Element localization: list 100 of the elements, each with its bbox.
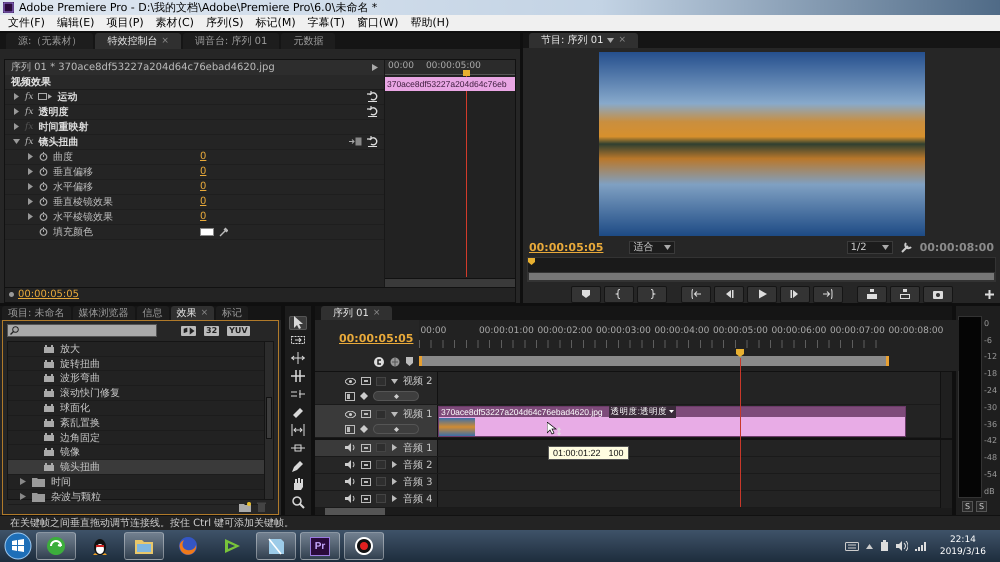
speaker-icon[interactable] — [345, 477, 356, 486]
param-value[interactable]: 0 — [200, 196, 206, 208]
taskbar-app[interactable] — [344, 532, 384, 560]
menu-item[interactable]: 窗口(W) — [350, 15, 404, 30]
keyboard-icon[interactable] — [844, 542, 859, 551]
reset-icon[interactable] — [367, 91, 378, 102]
expand-triangle-icon[interactable] — [13, 93, 20, 100]
list-item[interactable]: 紊乱置换 — [8, 416, 264, 431]
marker-icon[interactable] — [406, 356, 414, 366]
eye-icon[interactable] — [345, 378, 356, 385]
play-button[interactable] — [746, 286, 776, 303]
stopwatch-icon[interactable] — [39, 197, 48, 206]
keyframe-icon[interactable] — [360, 425, 368, 434]
volume-icon[interactable] — [896, 541, 908, 552]
panel-tab[interactable]: 元数据 — [281, 32, 336, 49]
display-style-icon[interactable] — [345, 424, 355, 434]
razor-icon[interactable] — [291, 406, 305, 420]
settings-icon[interactable] — [349, 137, 362, 146]
panel-tab[interactable]: 源:（无素材） — [6, 32, 94, 49]
device-icon[interactable] — [880, 540, 889, 552]
taskbar-app[interactable] — [36, 532, 76, 560]
panel-tab[interactable]: 特效控制台 × — [95, 32, 181, 49]
menu-item[interactable]: 项目(P) — [100, 15, 150, 30]
expand-triangle-icon[interactable] — [27, 198, 34, 206]
dropdown-arrow-icon[interactable] — [607, 38, 614, 43]
go-to-in-button[interactable] — [680, 286, 710, 303]
panel-tab[interactable]: 媒体浏览器 — [72, 306, 135, 320]
display-style-icon[interactable] — [345, 392, 355, 401]
notepad-icon[interactable] — [266, 536, 286, 556]
pen-icon[interactable] — [291, 460, 305, 474]
mark-in-button[interactable] — [604, 286, 634, 303]
menu-item[interactable]: 编辑(E) — [50, 15, 100, 30]
expand-triangle-icon[interactable] — [27, 213, 34, 220]
track-header[interactable]: 音频 1 — [315, 440, 437, 456]
color-swatch[interactable] — [200, 228, 214, 236]
audio-filter-icon[interactable] — [181, 326, 196, 336]
signal-icon[interactable] — [914, 541, 927, 552]
step-forward-button[interactable] — [780, 286, 810, 303]
list-item[interactable]: 球面化 — [8, 401, 264, 416]
video-clip[interactable]: 370ace8df53227a204d64c76ebad4620.jpg 透明度:透明度 — [438, 406, 906, 437]
track-target[interactable] — [376, 376, 386, 386]
sequence-marker-icon[interactable] — [390, 356, 400, 367]
list-item[interactable]: 镜头扭曲 — [8, 460, 264, 475]
snap-icon[interactable] — [374, 356, 384, 367]
fx-toggle[interactable]: fx — [25, 92, 34, 102]
taskbar-app[interactable] — [124, 532, 164, 560]
effect-dropdown[interactable]: 透明度:透明度 — [608, 406, 676, 418]
solo-toggle[interactable]: S — [962, 500, 973, 512]
fox-globe-icon[interactable] — [178, 536, 198, 556]
marker-button[interactable] — [570, 286, 600, 303]
param-value[interactable]: 0 — [200, 151, 206, 162]
stopwatch-icon[interactable] — [39, 182, 48, 192]
expand-triangle-icon[interactable] — [391, 478, 398, 486]
stopwatch-icon[interactable] — [39, 227, 48, 236]
close-icon[interactable]: × — [200, 308, 208, 318]
param-value[interactable]: 0 — [200, 211, 206, 222]
panel-tab[interactable]: 序列 01 × — [321, 306, 392, 320]
resolution-dropdown[interactable]: 1/2 — [846, 240, 893, 254]
param-value[interactable]: 0 — [200, 181, 206, 192]
panel-tab[interactable]: 调音台: 序列 01 — [182, 32, 280, 49]
new-bin-icon[interactable] — [239, 502, 251, 512]
expand-triangle-icon[interactable] — [27, 168, 34, 176]
taskbar-app[interactable]: Pr — [300, 532, 340, 560]
hand-icon[interactable] — [291, 478, 305, 492]
work-area-bar[interactable] — [419, 356, 890, 366]
list-item[interactable]: 放大 — [8, 342, 264, 357]
extract-button[interactable] — [890, 286, 920, 303]
reset-icon[interactable] — [367, 136, 378, 148]
rolling-edit-icon[interactable] — [291, 370, 305, 384]
start-button[interactable] — [4, 532, 32, 560]
menu-item[interactable]: 序列(S) — [200, 15, 250, 30]
record-icon[interactable] — [354, 536, 374, 556]
expand-triangle-icon[interactable] — [391, 410, 398, 418]
expand-triangle-icon[interactable] — [27, 153, 34, 160]
expand-triangle-icon[interactable] — [391, 378, 398, 385]
play-triangle-icon[interactable] — [372, 64, 378, 71]
speaker-icon[interactable] — [345, 494, 356, 504]
list-item[interactable]: 波形弯曲 — [8, 371, 264, 386]
close-icon[interactable]: × — [372, 308, 380, 318]
list-item[interactable]: 旋转扭曲 — [8, 356, 264, 372]
menu-item[interactable]: 帮助(H) — [404, 15, 456, 30]
expand-triangle-icon[interactable] — [391, 444, 398, 452]
zoom-scrollbar[interactable] — [528, 272, 995, 281]
panel-tab[interactable]: 节目: 序列 01 × — [529, 32, 638, 48]
expand-triangle-icon[interactable] — [391, 495, 398, 502]
close-icon[interactable]: × — [618, 35, 626, 46]
taskbar-app[interactable] — [256, 532, 296, 560]
clock[interactable]: 22:14 2019/3/16 — [934, 534, 992, 558]
speaker-icon[interactable] — [345, 460, 356, 470]
filter-toggle[interactable]: 32 — [204, 326, 220, 336]
panel-tab[interactable]: 效果 × — [170, 306, 214, 320]
close-icon[interactable]: × — [161, 36, 169, 46]
fx-toggle[interactable]: fx — [25, 136, 34, 147]
filter-toggle[interactable]: YUV — [227, 326, 250, 336]
selection-tool-icon[interactable] — [291, 316, 305, 330]
keyframe-navigator[interactable] — [373, 424, 419, 434]
expand-triangle-icon[interactable] — [13, 108, 20, 116]
transform-icon[interactable] — [38, 92, 52, 102]
param-value[interactable]: 0 — [200, 166, 206, 178]
camera-button[interactable] — [922, 286, 952, 303]
